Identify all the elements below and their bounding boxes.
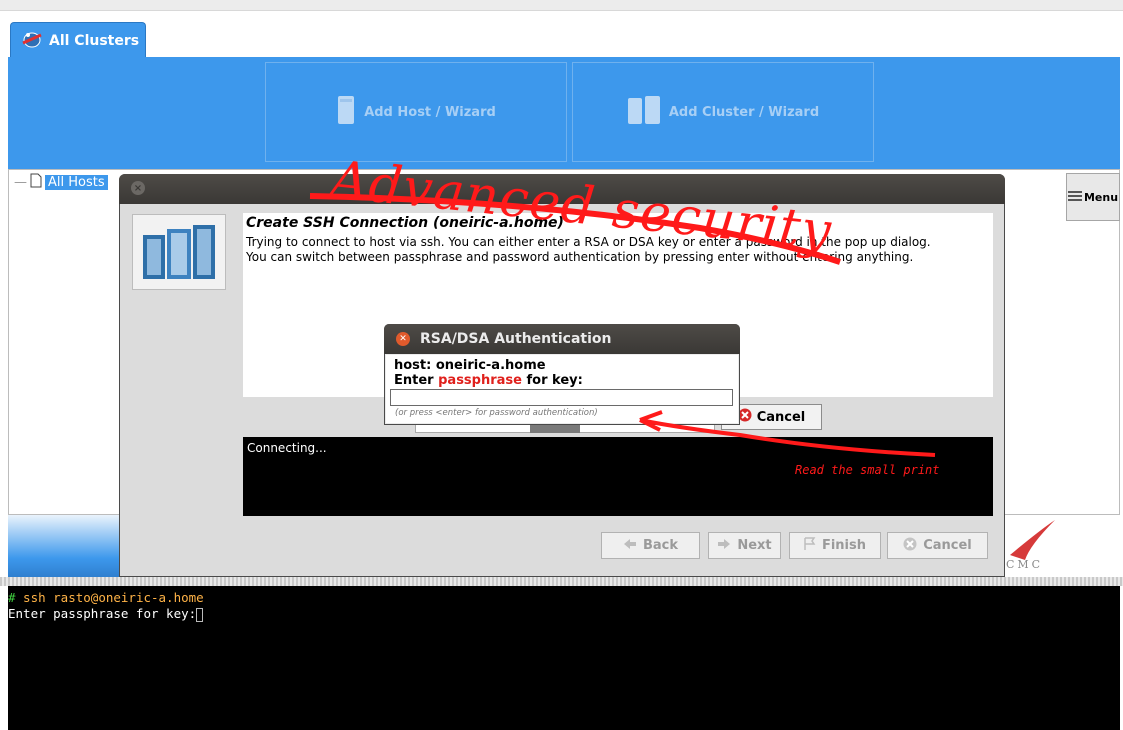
annotation-read-small-print: Read the small print bbox=[795, 463, 940, 477]
annotation-arrow-stroke bbox=[639, 418, 936, 457]
annotation-strokes bbox=[309, 193, 936, 457]
